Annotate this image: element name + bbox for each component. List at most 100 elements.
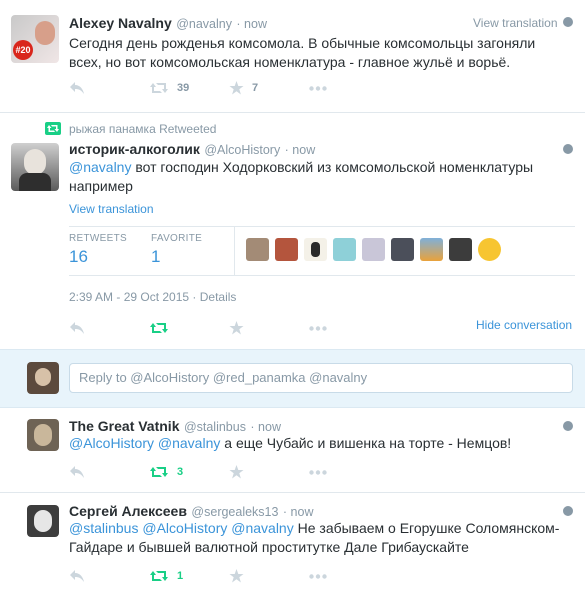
favorite-value: 1: [151, 247, 161, 266]
reply-button[interactable]: [69, 81, 149, 95]
star-icon: [229, 569, 244, 583]
tweet-actions: 3: [69, 462, 489, 482]
star-icon: [229, 465, 244, 479]
author-name[interactable]: The Great Vatnik: [69, 418, 179, 434]
view-translation-link[interactable]: View translation: [473, 16, 558, 30]
author-name[interactable]: историк-алкоголик: [69, 141, 200, 157]
avatar[interactable]: [420, 238, 443, 261]
retweets-label: RETWEETS: [69, 233, 127, 244]
tweet-actions: [69, 318, 489, 338]
author-name[interactable]: Сергей Алексеев: [69, 503, 187, 519]
tweet-sergealeks13[interactable]: Сергей Алексеев @sergealeks13 · now @sta…: [0, 493, 585, 591]
avatar[interactable]: [362, 238, 385, 261]
reply-input[interactable]: Reply to @AlcoHistory @red_panamka @nava…: [69, 363, 573, 393]
retweet-context-icon: [45, 122, 61, 135]
more-icon: [309, 85, 327, 91]
favorite-count[interactable]: 7: [252, 82, 258, 94]
view-translation-link[interactable]: View translation: [69, 202, 154, 216]
favorite-button[interactable]: [229, 321, 309, 335]
star-icon: [229, 321, 244, 335]
tweet-text: @stalinbus @AlcoHistory @navalny Не забы…: [69, 520, 560, 555]
more-button[interactable]: [309, 325, 327, 331]
retweet-button[interactable]: 1: [149, 569, 229, 583]
stats-divider-top: [69, 226, 575, 227]
favorites-stat[interactable]: FAVORITE 1: [151, 233, 202, 267]
tweet-actions: 1: [69, 566, 489, 586]
mention-links[interactable]: @AlcoHistory @navalny: [69, 435, 220, 451]
globe-icon: [563, 144, 573, 154]
avatar[interactable]: [27, 362, 59, 394]
reply-icon: [70, 570, 84, 582]
avatar[interactable]: [275, 238, 298, 261]
retweet-count[interactable]: 1: [177, 570, 183, 582]
reply-icon: [70, 466, 84, 478]
globe-icon: [563, 421, 573, 431]
avatar[interactable]: #20: [11, 15, 59, 63]
more-button[interactable]: [309, 573, 327, 579]
more-icon: [309, 325, 327, 331]
favorite-label: FAVORITE: [151, 233, 203, 244]
stats-separator: [234, 226, 235, 276]
favorite-button[interactable]: [229, 569, 309, 583]
retweet-icon: [150, 83, 168, 93]
author-name[interactable]: Alexey Navalny: [69, 15, 172, 31]
more-icon: [309, 469, 327, 475]
avatar[interactable]: [391, 238, 414, 261]
tweet-actions: 39 7: [69, 78, 489, 98]
retweet-icon: [150, 467, 168, 477]
retweets-value: 16: [69, 247, 88, 266]
mention-links[interactable]: @stalinbus @AlcoHistory @navalny: [69, 520, 294, 536]
stats-divider-bottom: [69, 275, 575, 276]
avatar[interactable]: [27, 419, 59, 451]
reply-button[interactable]: [69, 321, 149, 335]
retweet-count[interactable]: 39: [177, 82, 189, 94]
retweeted-by[interactable]: рыжая панамка Retweeted: [69, 122, 216, 136]
details-link[interactable]: · Details: [192, 290, 236, 304]
reply-box: Reply to @AlcoHistory @red_panamka @nava…: [0, 349, 585, 408]
tweet-text: Сегодня день рожденья комсомола. В обычн…: [69, 35, 536, 70]
author-handle[interactable]: @sergealeks13: [191, 505, 278, 519]
badge-icon: #20: [13, 40, 33, 60]
tweet-time[interactable]: · now: [236, 17, 267, 31]
avatar[interactable]: [11, 143, 59, 191]
avatar[interactable]: [27, 505, 59, 537]
tweet-text: @navalny вот господин Ходорковский из ко…: [69, 159, 534, 194]
author-handle[interactable]: @AlcoHistory: [204, 143, 280, 157]
favorite-button[interactable]: [229, 465, 309, 479]
tweet-time[interactable]: · now: [285, 143, 316, 157]
retweet-button[interactable]: 39: [149, 81, 229, 95]
author-handle[interactable]: @navalny: [176, 17, 232, 31]
more-button[interactable]: [309, 85, 327, 91]
retweets-stat[interactable]: RETWEETS 16: [69, 233, 127, 267]
tweet-stalinbus[interactable]: The Great Vatnik @stalinbus · now @AlcoH…: [0, 408, 585, 492]
reply-input-placeholder: Reply to @AlcoHistory @red_panamka @nava…: [79, 370, 368, 385]
retweet-count[interactable]: 3: [177, 466, 183, 478]
avatar[interactable]: [449, 238, 472, 261]
author-handle[interactable]: @stalinbus: [184, 420, 246, 434]
mention-link[interactable]: @navalny: [69, 159, 131, 175]
more-icon: [309, 573, 327, 579]
favoriter-avatars: [246, 238, 507, 261]
avatar[interactable]: [246, 238, 269, 261]
avatar[interactable]: [304, 238, 327, 261]
avatar[interactable]: [478, 238, 501, 261]
tweet-time[interactable]: · now: [283, 505, 314, 519]
tweet-timestamp[interactable]: 2:39 AM - 29 Oct 2015: [69, 290, 189, 304]
retweet-button[interactable]: 3: [149, 465, 229, 479]
reply-icon: [70, 322, 84, 334]
reply-icon: [70, 82, 84, 94]
tweet-alcohistory[interactable]: рыжая панамка Retweeted историк-алкоголи…: [0, 113, 585, 349]
tweet-time[interactable]: · now: [250, 420, 281, 434]
more-button[interactable]: [309, 469, 327, 475]
star-icon: [229, 81, 244, 95]
retweet-button[interactable]: [149, 321, 229, 335]
favorite-button[interactable]: 7: [229, 81, 309, 95]
hide-conversation-link[interactable]: Hide conversation: [476, 318, 572, 332]
reply-button[interactable]: [69, 569, 149, 583]
retweet-icon: [150, 323, 168, 333]
tweet-navalny[interactable]: #20 Alexey Navalny @navalny · now View t…: [0, 0, 585, 112]
globe-icon: [563, 506, 573, 516]
globe-icon: [563, 17, 573, 27]
reply-button[interactable]: [69, 465, 149, 479]
avatar[interactable]: [333, 238, 356, 261]
